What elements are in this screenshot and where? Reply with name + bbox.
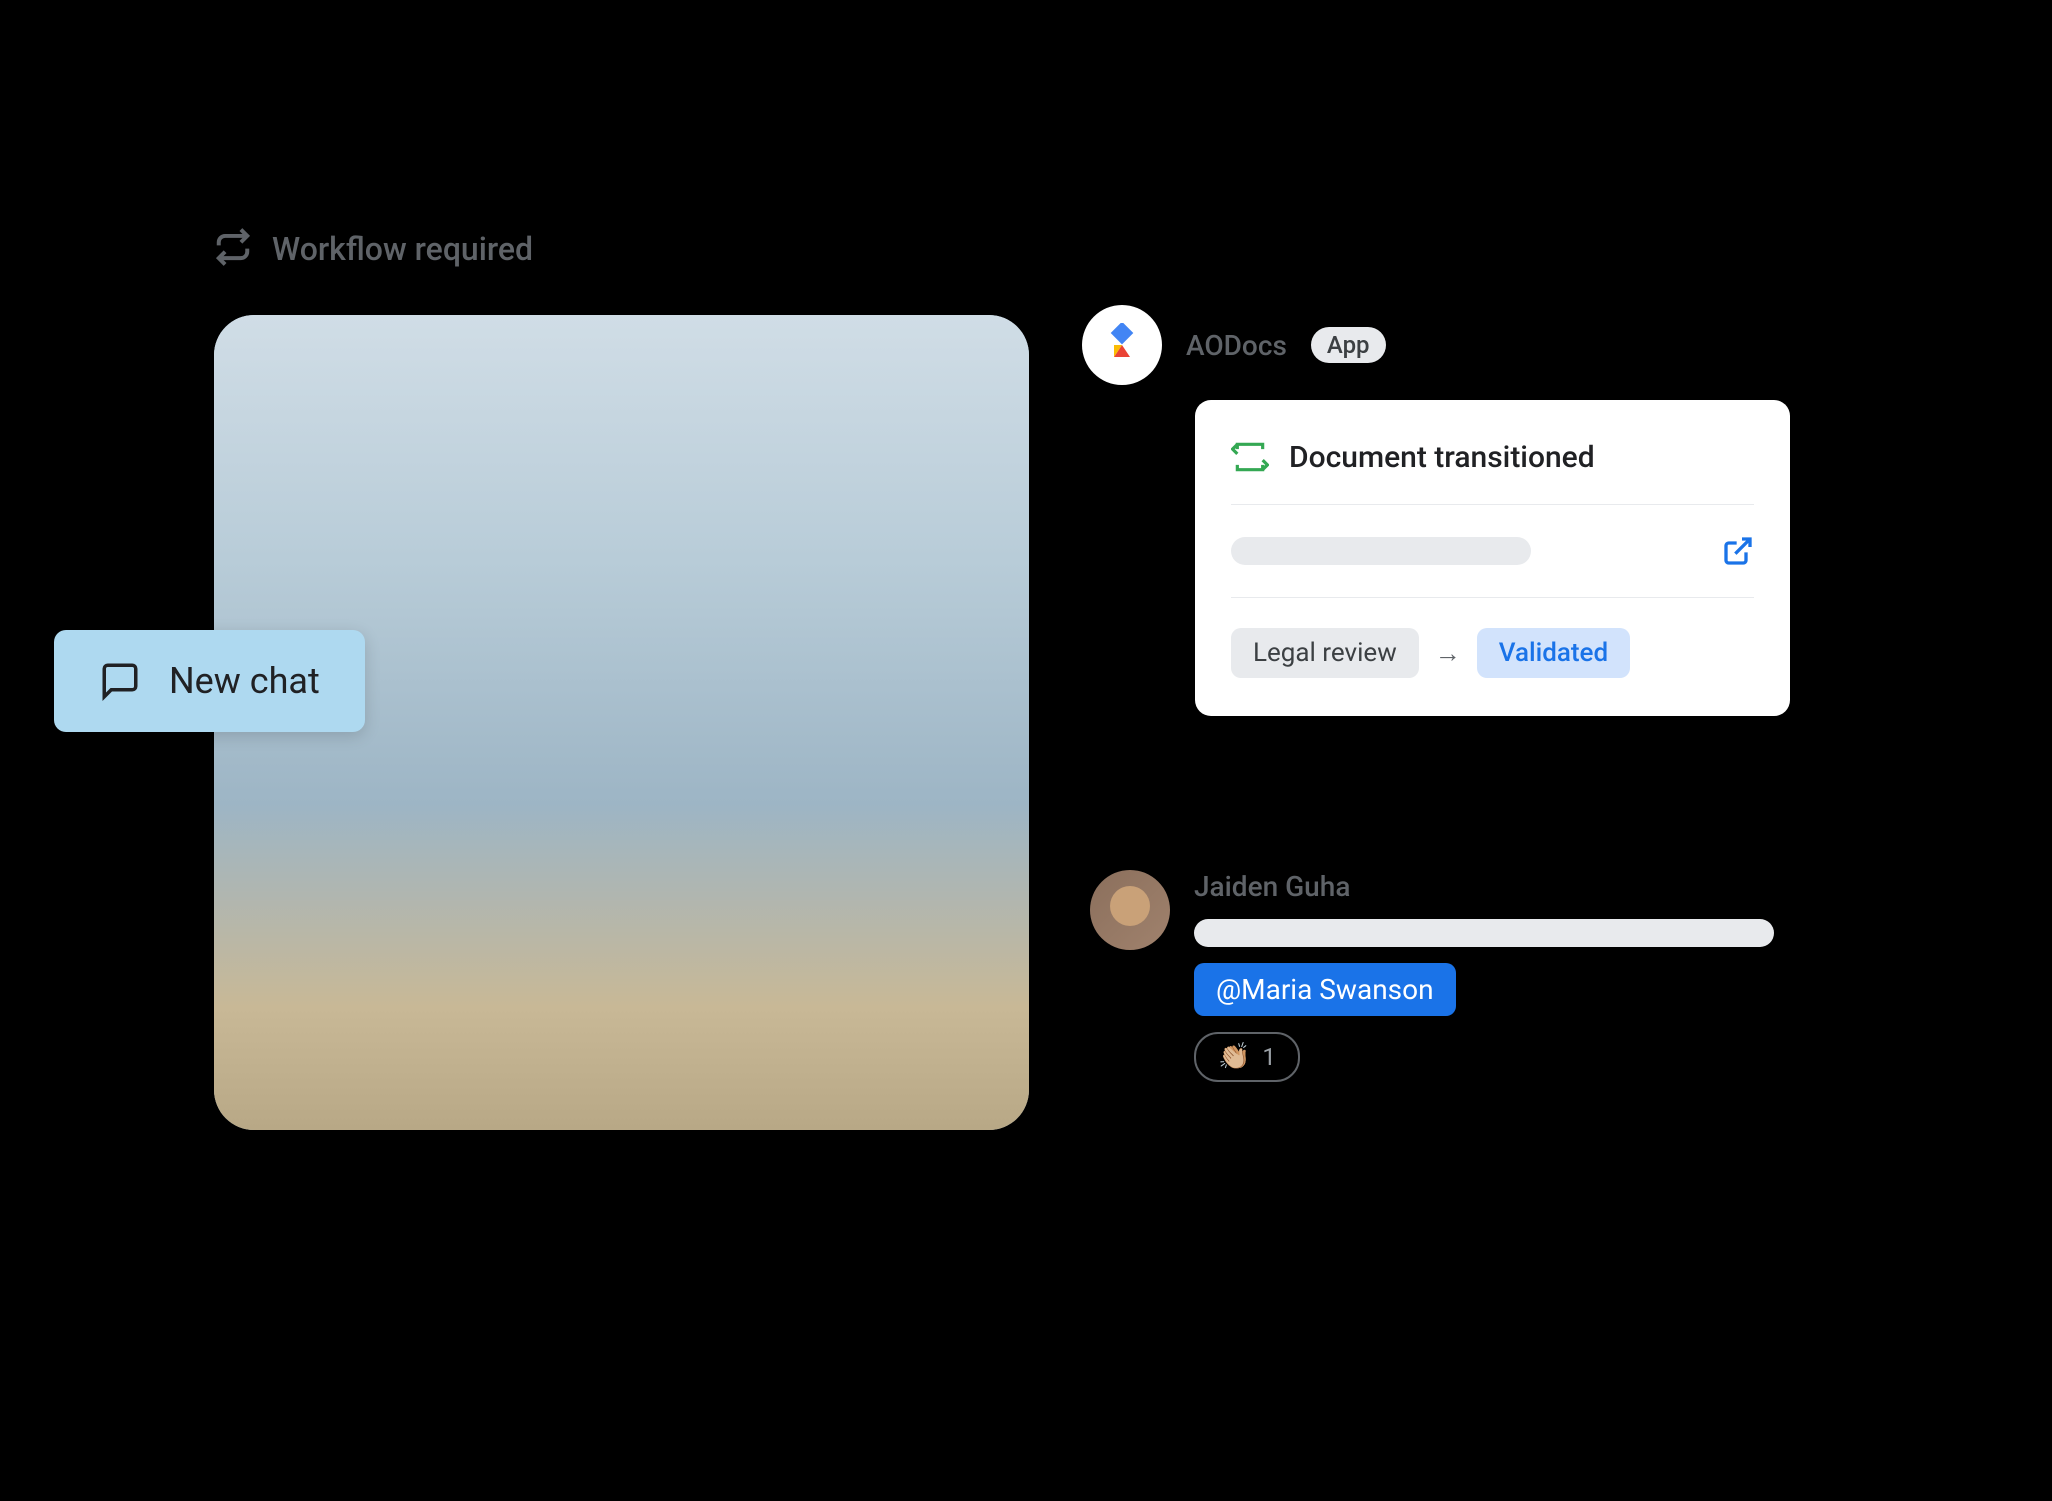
card-footer: Legal review → Validated [1231,598,1754,678]
workflow-header: Workflow required [214,228,533,270]
message-text-placeholder [1194,919,1774,947]
transition-arrow-icon [1231,438,1269,476]
aodocs-name: AODocs [1186,329,1287,362]
card-title: Document transitioned [1289,440,1595,475]
message-content: Jaiden Guha @Maria Swanson 👏🏼 1 [1194,870,1774,1082]
chat-icon [99,660,141,702]
user-avatar[interactable] [1090,870,1170,950]
mention-chip[interactable]: @Maria Swanson [1194,963,1456,1016]
arrow-icon: → [1435,638,1461,669]
status-to: Validated [1477,628,1630,678]
document-name-placeholder [1231,537,1531,565]
reaction-chip[interactable]: 👏🏼 1 [1194,1032,1300,1082]
card-header: Document transitioned [1231,438,1754,505]
user-name: Jaiden Guha [1194,870,1774,903]
clap-emoji: 👏🏼 [1218,1042,1250,1072]
workflow-label: Workflow required [272,230,533,268]
new-chat-button[interactable]: New chat [54,630,365,732]
aodocs-header: AODocs App [1082,305,1386,385]
external-link-icon[interactable] [1722,535,1754,567]
document-transition-card: Document transitioned Legal review → Val… [1195,400,1790,716]
reaction-count: 1 [1262,1043,1276,1071]
status-from: Legal review [1231,628,1419,678]
repeat-icon [214,228,252,270]
card-middle [1231,505,1754,598]
user-message: Jaiden Guha @Maria Swanson 👏🏼 1 [1090,870,1774,1082]
aodocs-avatar [1082,305,1162,385]
new-chat-label: New chat [169,660,320,702]
app-badge: App [1311,327,1386,363]
